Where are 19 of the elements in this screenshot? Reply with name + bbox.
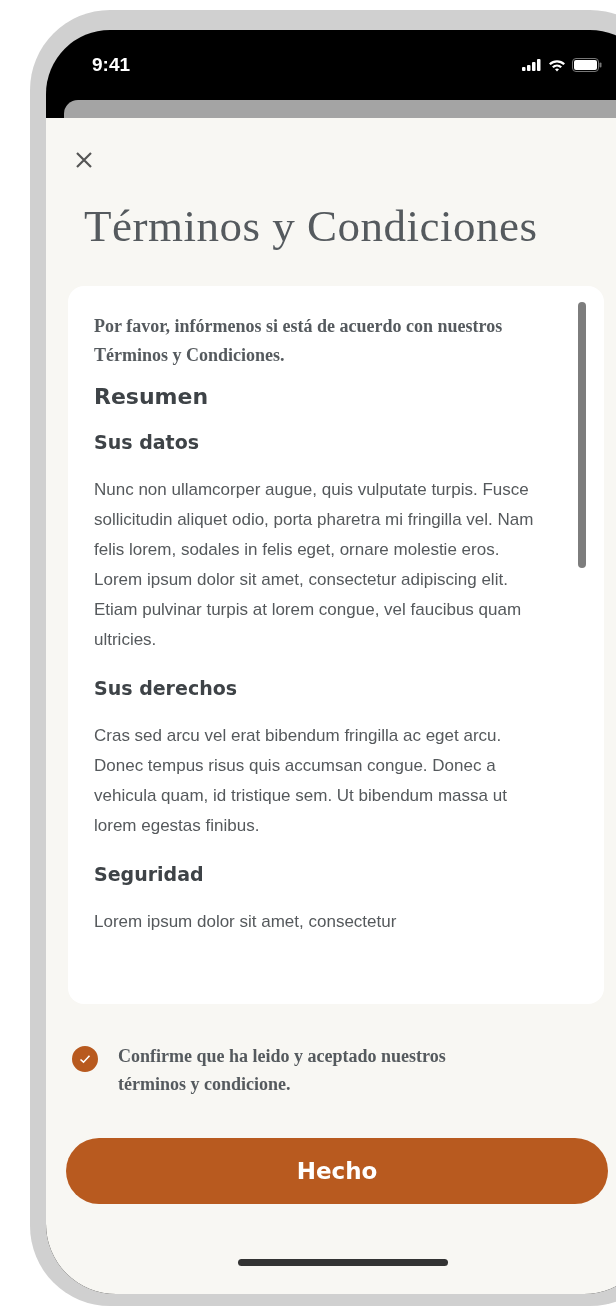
- subsection-heading: Seguridad: [94, 863, 205, 885]
- body-text: Lorem ipsum dolor sit amet, consectetur adipiscing elit. Etiam pulvinar turpis at lorem congue, vel faucibus quam ultricies.: [94, 569, 523, 651]
- intro-text: Por favor, infórmenos si está de acuerdo con nuestros Términos y Condiciones.: [94, 315, 504, 367]
- wifi-icon: [548, 58, 566, 72]
- body-text: Nunc non ullamcorper augue, quis vulputate turpis. Fusce sollicitudin aliquet odio, porta pharetra mi fringilla vel. Nam felis lorem, sodales in felis eget, ornare molestie eros.: [94, 479, 535, 561]
- status-time: 9:41: [92, 54, 131, 76]
- section-heading: Resumen: [94, 384, 210, 409]
- checkmark-icon: [79, 1054, 91, 1064]
- signal-icon: [522, 59, 542, 71]
- consent-label: Confirme que ha leido y aceptado nuestros términos y condicione.: [118, 1045, 447, 1096]
- close-icon[interactable]: [74, 150, 94, 170]
- body-text: Lorem ipsum dolor sit amet, consectetur: [94, 911, 398, 933]
- battery-icon: [572, 58, 602, 72]
- body-text: Cras sed arcu vel erat bibendum fringilla ac eget arcu. Donec tempus risus quis accumsan congue. Donec a vehicula quam, id tristique sem. Ut bibendum massa ut lorem egestas finibus.: [94, 725, 508, 837]
- subsection-heading: Sus datos: [94, 431, 200, 453]
- done-button[interactable]: Hecho: [66, 1138, 608, 1204]
- checkbox[interactable]: [72, 1046, 98, 1072]
- sheet-title: Términos y Condiciones: [84, 200, 539, 252]
- subsection-heading: Sus derechos: [94, 677, 239, 699]
